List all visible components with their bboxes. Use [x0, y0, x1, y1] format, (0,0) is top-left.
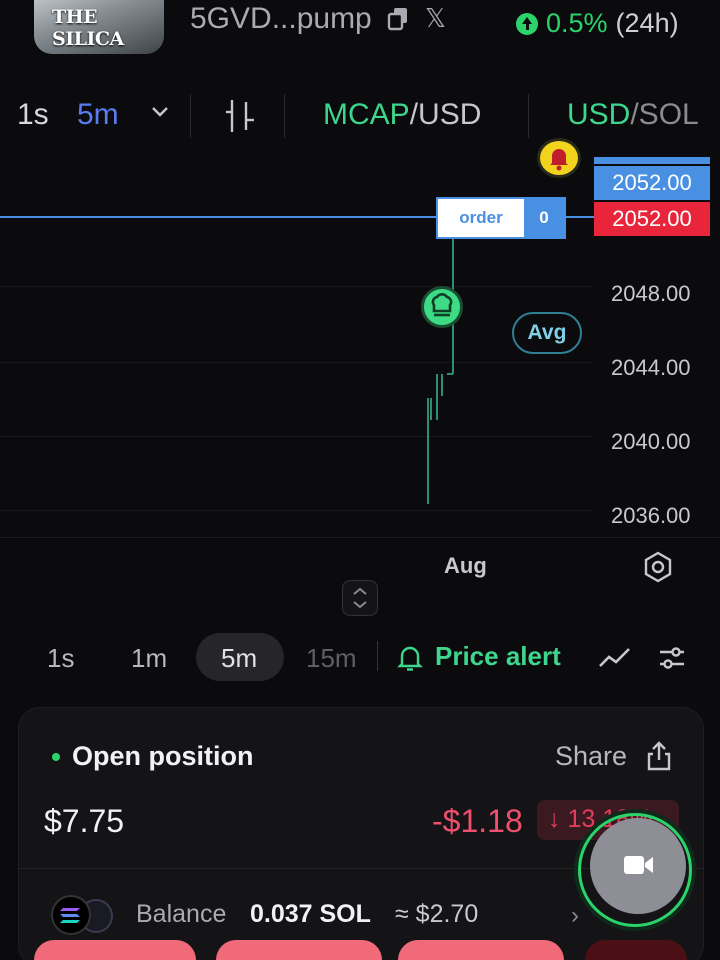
usd-label: USD [567, 98, 631, 131]
avg-price-badge[interactable]: Avg [512, 312, 582, 354]
toolbar-divider [528, 94, 529, 138]
bell-icon[interactable] [397, 644, 423, 672]
token-logo-text: THE SILICA [52, 6, 124, 50]
chevron-right-icon[interactable]: › [571, 902, 579, 930]
chevron-down-icon[interactable] [150, 104, 170, 118]
mcap-label: MCAP [323, 98, 410, 131]
position-value: $7.75 [44, 803, 125, 839]
interval-1s[interactable]: 1s [47, 643, 74, 674]
balance-sol: 0.037 SOL [250, 900, 371, 928]
interval-15m[interactable]: 15m [306, 643, 357, 674]
x-axis-label: Aug [444, 553, 487, 578]
balance-label: Balance [136, 900, 227, 928]
y-axis-label: 2036.00 [611, 503, 691, 528]
y-axis-label: 2048.00 [611, 281, 691, 306]
sliders-icon[interactable] [658, 643, 686, 673]
price-change-period: (24h) [615, 8, 679, 38]
price-change-percent: 0.5% [546, 8, 608, 38]
price-tag-blue: 2052.00 [594, 166, 710, 200]
toolbar-divider [190, 94, 191, 138]
order-line-tag[interactable]: order 0 [436, 197, 566, 239]
chart-toolbar: 1s 5m MCAP/USD USD/SOL [0, 80, 720, 152]
usd-sol-toggle[interactable]: USD/SOL [567, 98, 699, 132]
price-tag-red: 2052.00 [594, 202, 710, 236]
y-axis-label: 2044.00 [611, 355, 691, 380]
order-count: 0 [524, 199, 564, 237]
toolbar-divider [284, 94, 285, 138]
interval-1m[interactable]: 1m [131, 643, 167, 674]
x-social-icon[interactable]: 𝕏 [425, 3, 446, 34]
action-button-1[interactable] [34, 940, 196, 960]
mcap-usd-label: /USD [409, 98, 482, 131]
chef-hat-icon[interactable] [421, 286, 463, 328]
chart-interval-5m[interactable]: 5m [77, 98, 119, 132]
position-pnl: -$1.18 [432, 803, 523, 839]
interval-5m[interactable]: 5m [221, 643, 257, 674]
price-alert-button[interactable]: Price alert [435, 641, 561, 672]
chart-interval-1s[interactable]: 1s [17, 98, 49, 132]
balance-usd: ≈ $2.70 [395, 900, 479, 928]
panel-resize-handle[interactable] [342, 580, 378, 616]
share-button[interactable]: Share [555, 741, 627, 772]
candlestick-icon[interactable] [222, 98, 258, 134]
solana-icon [51, 895, 91, 935]
interval-selector: 1s 1m 5m 15m Price alert [0, 625, 720, 689]
line-chart-icon[interactable] [598, 645, 632, 671]
action-button-4[interactable] [585, 940, 687, 960]
action-button-3[interactable] [398, 940, 564, 960]
mcap-usd-toggle[interactable]: MCAP/USD [323, 98, 481, 132]
copy-icon[interactable] [387, 7, 409, 31]
action-button-2[interactable] [216, 940, 382, 960]
token-name[interactable]: 5GVD...pump [190, 2, 372, 36]
sol-label: /SOL [630, 98, 699, 131]
video-camera-icon [624, 856, 653, 874]
arrow-up-circle-icon [516, 12, 538, 35]
chart-settings-icon[interactable] [641, 550, 675, 584]
share-icon[interactable] [645, 740, 673, 772]
status-dot [52, 753, 60, 761]
price-alert-bell-icon[interactable] [537, 138, 581, 178]
order-label: order [459, 208, 503, 227]
interval-divider [377, 641, 378, 671]
token-avatar[interactable]: THE SILICA [34, 0, 164, 54]
price-change-24h: 0.5% (24h) [516, 8, 679, 39]
open-position-title: Open position [72, 741, 254, 771]
price-tag-partial [594, 157, 710, 164]
y-axis-label: 2040.00 [611, 429, 691, 454]
